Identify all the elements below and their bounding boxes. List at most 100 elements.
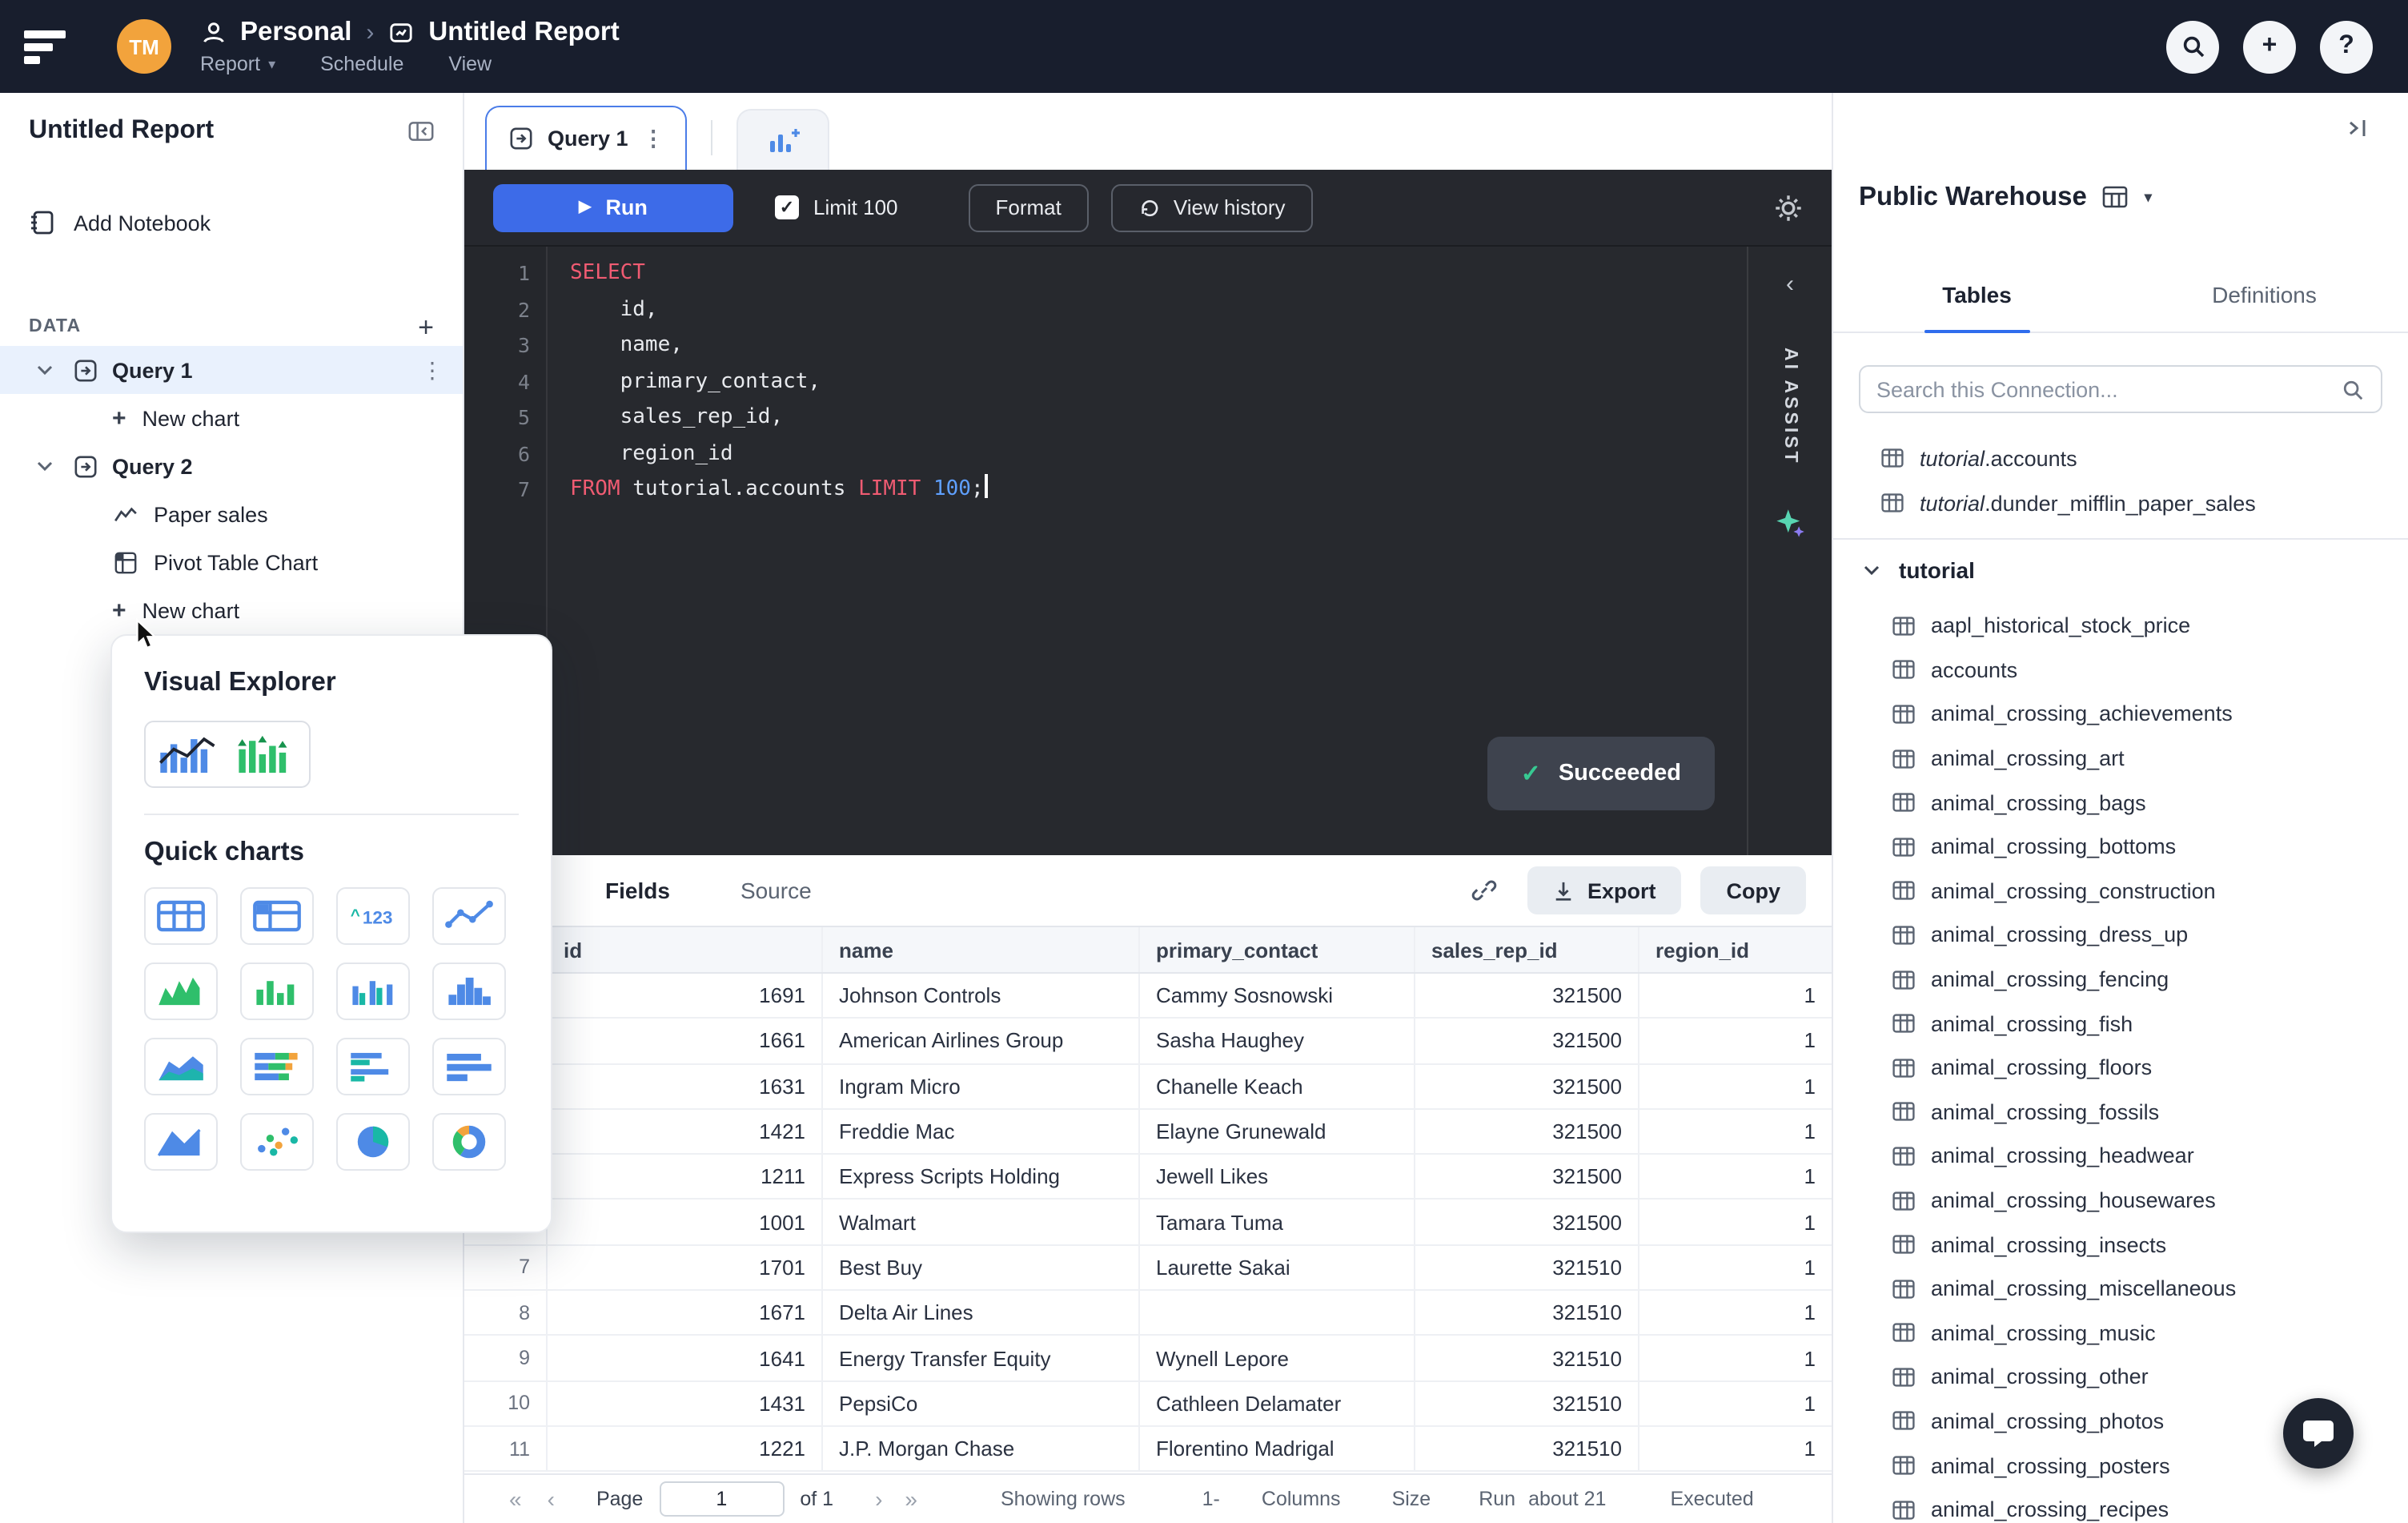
results-body[interactable]: 11691Johnson ControlsCammy Sosnowski3215…	[464, 974, 1832, 1473]
table-list-item-animal_crossing_housewares[interactable]: animal_crossing_housewares	[1833, 1178, 2408, 1222]
table-list-item-animal_crossing_bottoms[interactable]: animal_crossing_bottoms	[1833, 825, 2408, 869]
table-row[interactable]: 7 1701 Best Buy Laurette Sakai 321510 1	[464, 1245, 1832, 1292]
table-list-item-animal_crossing_fish[interactable]: animal_crossing_fish	[1833, 1002, 2408, 1046]
tree-item-query1[interactable]: Query 1 ⋮	[0, 346, 463, 394]
table-list-item-animal_crossing_recipes[interactable]: animal_crossing_recipes	[1833, 1488, 2408, 1523]
chat-fab[interactable]	[2283, 1398, 2354, 1469]
table-row[interactable]: 51211Express Scripts HoldingJewell Likes…	[464, 1155, 1832, 1200]
copy-button[interactable]: Copy	[1700, 866, 1806, 914]
quick-chart-sparkline-area-icon[interactable]	[144, 962, 218, 1020]
table-list-item-animal_crossing_bags[interactable]: animal_crossing_bags	[1833, 781, 2408, 825]
prev-page-button[interactable]: ‹	[548, 1486, 555, 1512]
quick-chart-donut-icon[interactable]	[432, 1113, 506, 1171]
table-row[interactable]: 1 1691Johnson ControlsCammy Sosnowski3215…	[464, 974, 1832, 1019]
columns-label[interactable]: Columns	[1262, 1488, 1341, 1510]
table-list-item-animal_crossing_floors[interactable]: animal_crossing_floors	[1833, 1046, 2408, 1090]
column-header-name[interactable]: name	[823, 927, 1140, 972]
tab-fields[interactable]: Fields	[605, 878, 670, 903]
avatar[interactable]: TM	[117, 19, 171, 74]
export-button[interactable]: Export	[1527, 866, 1682, 914]
add-data-button[interactable]: +	[418, 313, 434, 340]
tab-tables[interactable]: Tables	[1833, 256, 2121, 332]
table-list-item-animal_crossing_construction[interactable]: animal_crossing_construction	[1833, 869, 2408, 913]
run-button[interactable]: ▶ Run	[493, 183, 733, 231]
tab-definitions[interactable]: Definitions	[2121, 256, 2408, 332]
quick-chart-table-icon[interactable]	[144, 887, 218, 945]
tree-item-query2[interactable]: Query 2	[0, 442, 463, 490]
tab-kebab-icon[interactable]: ⋮	[643, 126, 664, 151]
help-button[interactable]: ?	[2320, 20, 2373, 73]
quick-chart-stacked-bar-icon[interactable]	[240, 1038, 314, 1095]
visual-explorer-thumbnails[interactable]	[144, 721, 311, 788]
sql-line[interactable]: sales_rep_id,	[570, 400, 1747, 436]
table-list-item-animal_crossing_other[interactable]: animal_crossing_other	[1833, 1355, 2408, 1399]
search-button[interactable]	[2166, 20, 2219, 73]
menu-report[interactable]: Report ▾	[200, 53, 275, 75]
report-title[interactable]: Untitled Report	[428, 18, 619, 48]
size-label[interactable]: Size	[1392, 1488, 1431, 1510]
workspace-name[interactable]: Personal	[240, 18, 351, 48]
chevron-down-icon[interactable]	[32, 357, 58, 383]
table-list-item-accounts[interactable]: accounts	[1833, 648, 2408, 692]
new-chart-button-query2[interactable]: + New chart	[0, 586, 463, 634]
format-button[interactable]: Format	[968, 183, 1089, 231]
tree-item-pivot-table-chart[interactable]: Pivot Table Chart	[0, 538, 463, 586]
add-notebook-button[interactable]: Add Notebook	[0, 199, 463, 247]
pinned-table-item[interactable]: tutorial.accounts	[1833, 436, 2408, 480]
gear-icon[interactable]	[1774, 193, 1803, 222]
add-visualization-button[interactable]	[736, 109, 829, 170]
limit-checkbox-group[interactable]: ✓ Limit 100	[775, 195, 898, 219]
first-page-button[interactable]: «	[509, 1486, 522, 1512]
ai-assist-label[interactable]: AI ASSIST	[1780, 348, 1800, 466]
table-list-item-animal_crossing_fencing[interactable]: animal_crossing_fencing	[1833, 958, 2408, 1002]
menu-view[interactable]: View	[448, 53, 492, 75]
quick-chart-big-number-icon[interactable]: ^ 123	[336, 887, 410, 945]
tab-query1[interactable]: Query 1 ⋮	[485, 106, 687, 170]
sql-line[interactable]: FROM tutorial.accounts LIMIT 100;	[570, 472, 1747, 508]
column-header-region_id[interactable]: region_id	[1639, 927, 1832, 972]
table-list-item-animal_crossing_dress_up[interactable]: animal_crossing_dress_up	[1833, 913, 2408, 957]
menu-schedule[interactable]: Schedule	[320, 53, 403, 75]
sql-line[interactable]: id,	[570, 292, 1747, 328]
chevron-down-icon[interactable]	[32, 453, 58, 479]
table-list-item-animal_crossing_fossils[interactable]: animal_crossing_fossils	[1833, 1090, 2408, 1134]
sql-line[interactable]: name,	[570, 328, 1747, 364]
expand-panel-icon[interactable]	[2344, 116, 2373, 147]
sparkle-icon[interactable]	[1774, 508, 1806, 540]
table-list-item-animal_crossing_music[interactable]: animal_crossing_music	[1833, 1311, 2408, 1355]
next-page-button[interactable]: ›	[875, 1486, 882, 1512]
table-row[interactable]: 11 1221 J.P. Morgan Chase Florentino Madrig…	[464, 1426, 1832, 1473]
page-number-input[interactable]	[659, 1481, 785, 1517]
quick-chart-histogram-icon[interactable]	[432, 962, 506, 1020]
column-header-sales_rep_id[interactable]: sales_rep_id	[1415, 927, 1639, 972]
sql-editor[interactable]: 1 2 3 4 5 6 7 SELECT id, name, primary_contact…	[464, 247, 1832, 855]
table-list-item-animal_crossing_achievements[interactable]: animal_crossing_achievements	[1833, 692, 2408, 736]
connection-search-input[interactable]	[1876, 377, 2341, 401]
quick-chart-grouped-column-icon[interactable]	[336, 962, 410, 1020]
collapse-panel-icon[interactable]	[408, 119, 434, 144]
app-logo-icon[interactable]	[24, 26, 78, 67]
table-list-item-animal_crossing_insects[interactable]: animal_crossing_insects	[1833, 1223, 2408, 1267]
table-list-item-animal_crossing_art[interactable]: animal_crossing_art	[1833, 737, 2408, 781]
column-header-id[interactable]: id	[548, 927, 823, 972]
quick-chart-pivot-table-icon[interactable]	[240, 887, 314, 945]
view-history-button[interactable]: View history	[1110, 183, 1313, 231]
tab-source[interactable]: Source	[740, 878, 812, 903]
table-row[interactable]: 8 1671 Delta Air Lines 321510 1	[464, 1291, 1832, 1336]
table-row[interactable]: 61001WalmartTamara Tuma3215001	[464, 1200, 1832, 1246]
chevron-left-icon[interactable]: ‹	[1786, 272, 1794, 296]
sql-line[interactable]: SELECT	[570, 256, 1747, 292]
table-list-item-aapl_historical_stock_price[interactable]: aapl_historical_stock_price	[1833, 604, 2408, 648]
column-header-primary_contact[interactable]: primary_contact	[1140, 927, 1415, 972]
table-row[interactable]: 41421Freddie MacElayne Grunewald3215001	[464, 1109, 1832, 1155]
chevron-down-icon[interactable]	[1859, 557, 1884, 583]
quick-chart-pie-icon[interactable]	[336, 1113, 410, 1171]
connection-search[interactable]	[1859, 365, 2382, 413]
copy-link-button[interactable]	[1461, 866, 1509, 914]
quick-chart-bar-icon[interactable]	[432, 1038, 506, 1095]
create-new-button[interactable]: +	[2243, 20, 2296, 73]
kebab-menu-icon[interactable]: ⋮	[421, 356, 443, 384]
tree-item-paper-sales[interactable]: Paper sales	[0, 490, 463, 538]
table-row[interactable]: 31631Ingram MicroChanelle Keach3215001	[464, 1064, 1832, 1110]
limit-checkbox[interactable]: ✓	[775, 195, 799, 219]
